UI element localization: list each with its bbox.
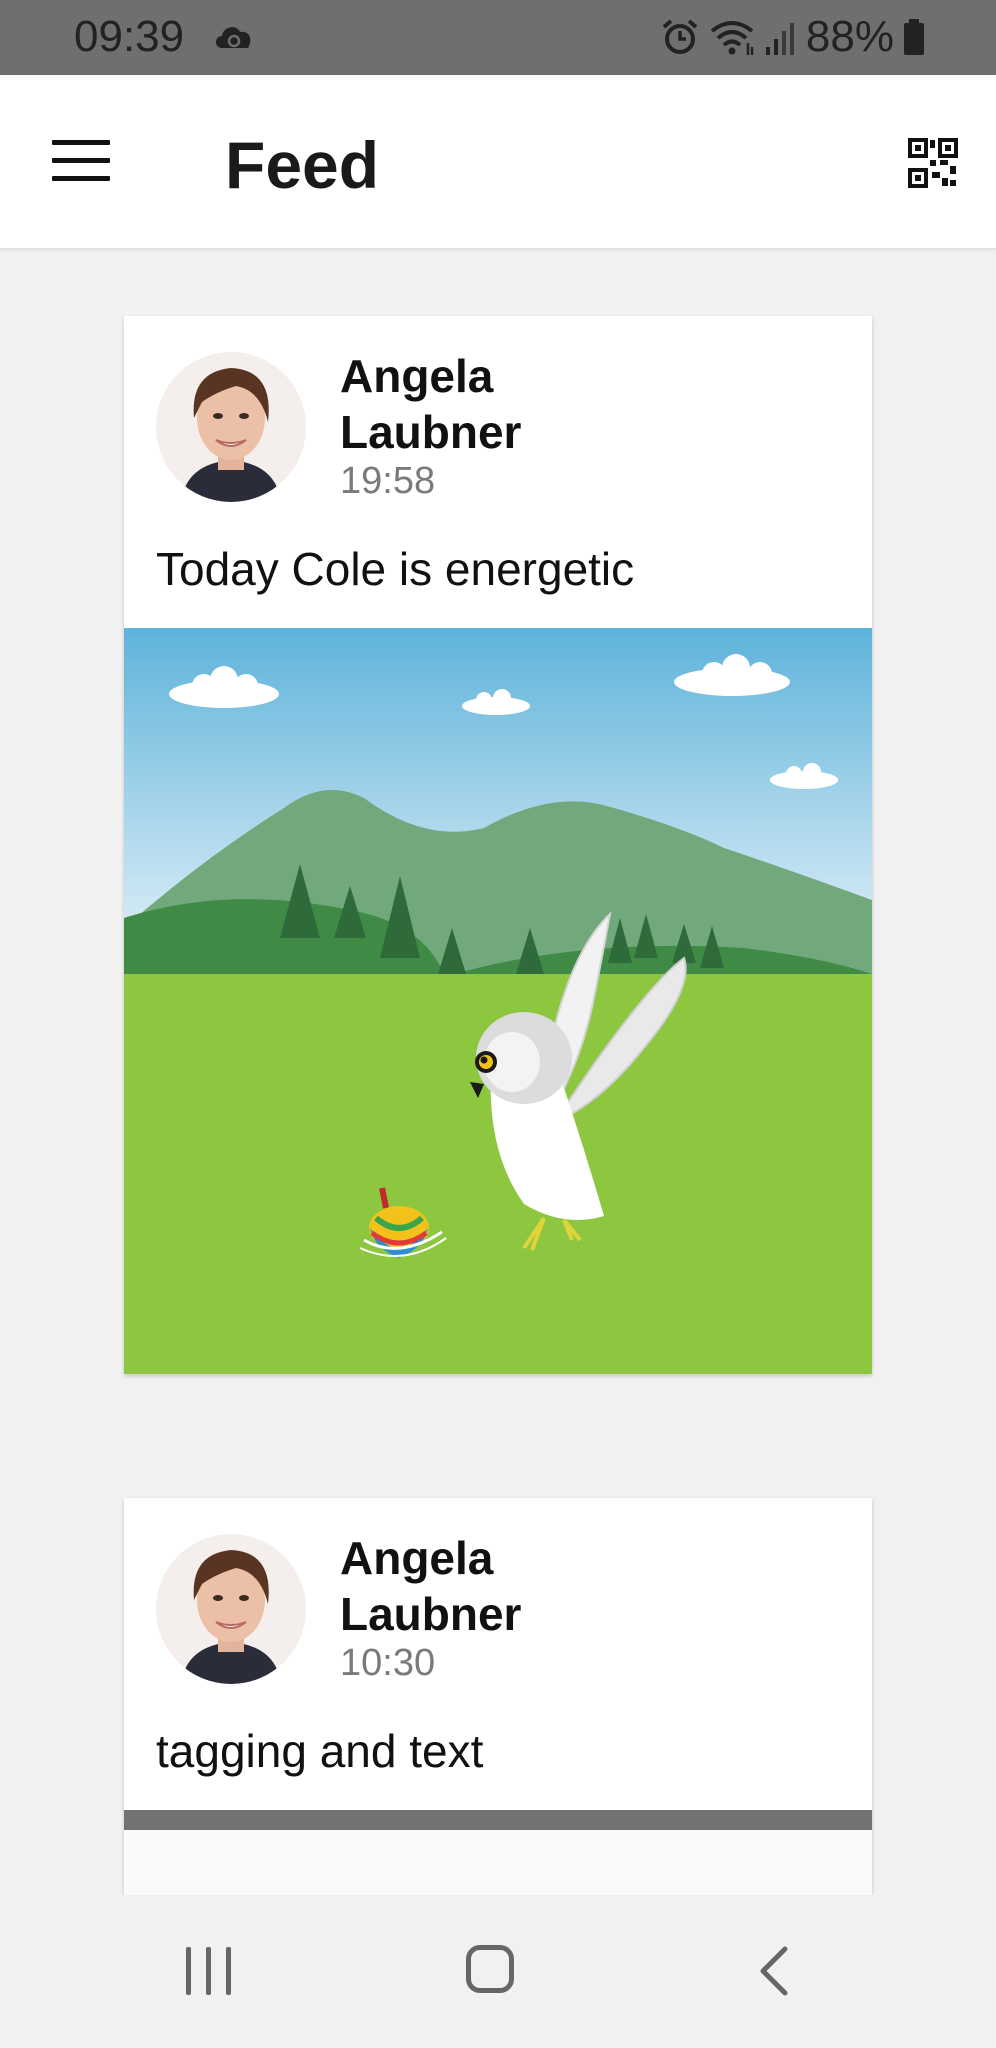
back-icon[interactable] <box>755 1945 795 1997</box>
author-name[interactable]: Angela Laubner <box>340 348 600 460</box>
post-media[interactable] <box>124 1830 872 1898</box>
battery-icon <box>904 19 924 55</box>
status-icons: 88% <box>660 12 926 62</box>
status-bar: 09:39 88% <box>0 0 996 75</box>
alarm-icon <box>662 19 698 54</box>
page-title: Feed <box>225 128 380 202</box>
app-bar: Feed <box>0 75 996 249</box>
post-time: 10:30 <box>340 1642 436 1684</box>
avatar[interactable] <box>156 1534 306 1684</box>
post-time: 19:58 <box>340 460 436 502</box>
recents-icon[interactable] <box>186 1947 236 1995</box>
post-card[interactable]: Angela Laubner 19:58 Today Cole is energ… <box>124 316 872 1374</box>
status-time: 09:39 <box>74 12 185 61</box>
menu-icon[interactable] <box>52 140 110 182</box>
home-icon[interactable] <box>466 1945 514 1993</box>
owl-spinning-top-illustration[interactable] <box>124 628 872 1374</box>
avatar-image <box>156 352 306 502</box>
wifi-icon <box>710 21 754 55</box>
post-media-divider <box>124 1810 872 1830</box>
cloud-sync-icon <box>216 27 251 48</box>
system-nav-bar <box>0 1895 996 2048</box>
post-text: Today Cole is energetic <box>156 543 635 595</box>
post-card[interactable]: Angela Laubner 10:30 tagging and text <box>124 1498 872 1898</box>
author-name[interactable]: Angela Laubner <box>340 1530 600 1642</box>
battery-percent: 88% <box>805 12 894 61</box>
avatar-image <box>156 1534 306 1684</box>
qr-code-icon[interactable] <box>908 138 958 188</box>
avatar[interactable] <box>156 352 306 502</box>
post-text: tagging and text <box>156 1725 484 1777</box>
signal-icon <box>765 23 794 55</box>
